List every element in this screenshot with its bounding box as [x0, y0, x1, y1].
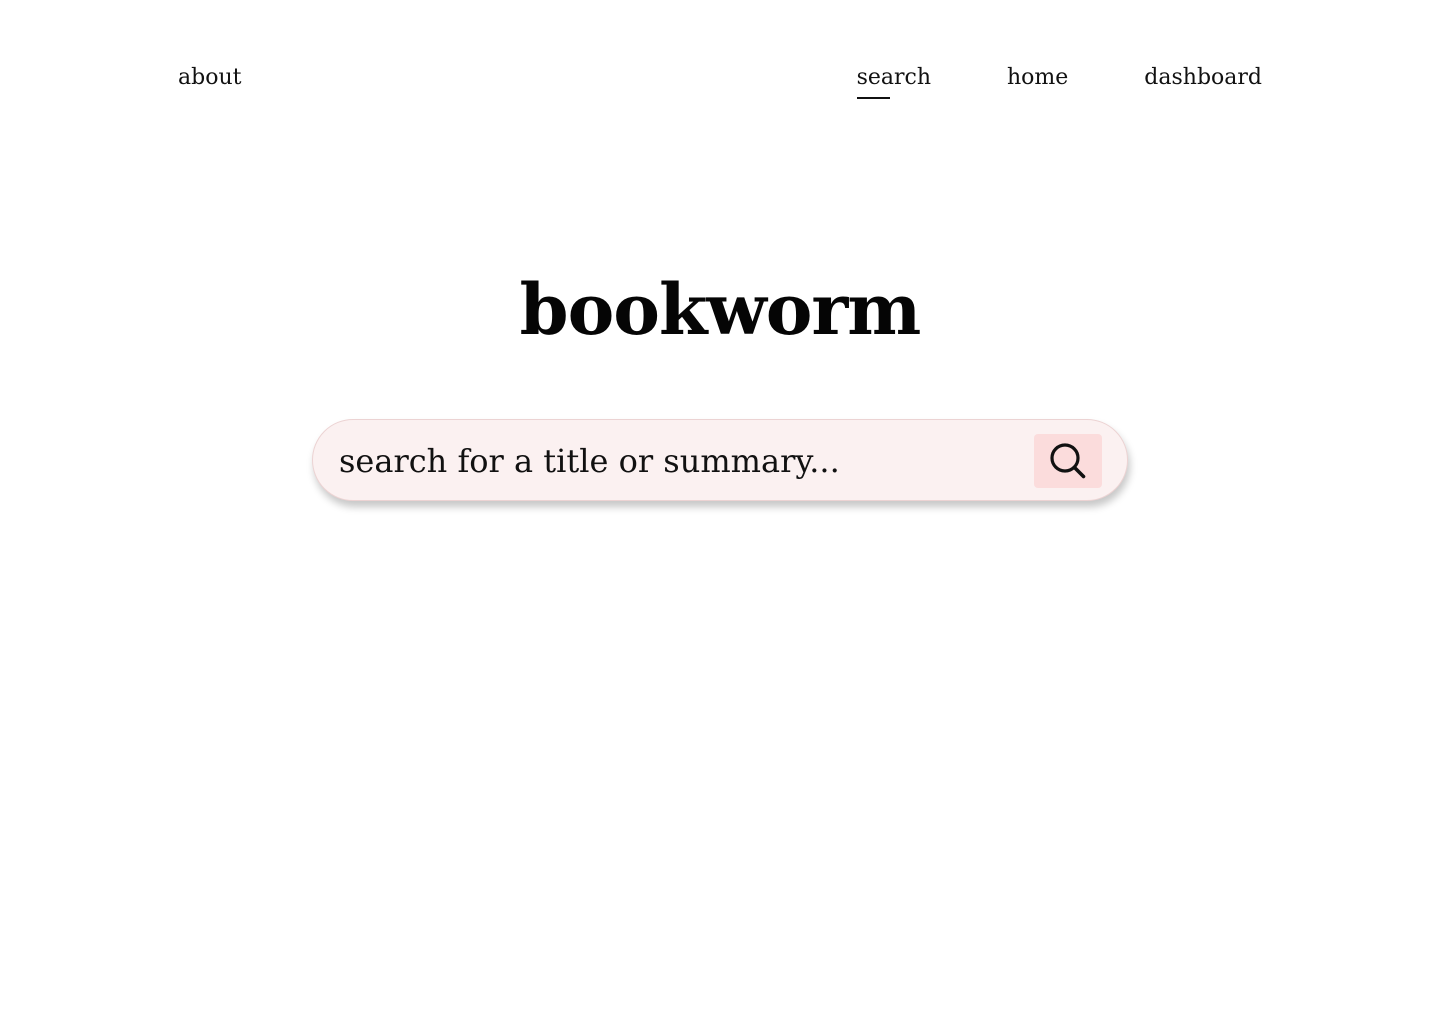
nav-left: about: [178, 62, 241, 94]
nav-link-search[interactable]: search: [856, 62, 931, 99]
search-input[interactable]: [339, 438, 1019, 484]
nav-link-home[interactable]: home: [1007, 62, 1068, 94]
search-bar: [312, 419, 1128, 501]
page-title: bookworm: [519, 268, 922, 351]
search-icon: [1048, 441, 1088, 481]
search-button[interactable]: [1034, 434, 1102, 488]
nav-link-about[interactable]: about: [178, 62, 241, 94]
nav-link-dashboard[interactable]: dashboard: [1144, 62, 1262, 94]
page: about search home dashboard bookworm: [0, 0, 1440, 1024]
nav-right: search home dashboard: [856, 62, 1262, 99]
